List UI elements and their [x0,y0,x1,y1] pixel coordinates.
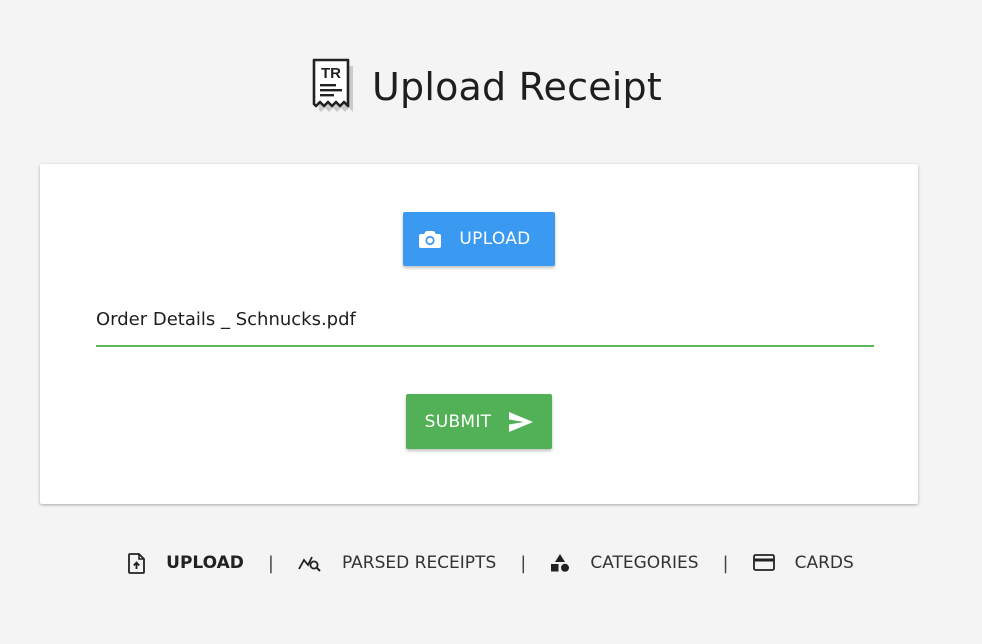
send-icon [509,411,534,432]
submit-button[interactable]: SUBMIT [406,394,552,449]
nav-separator: | [267,552,274,574]
nav-label-cards: CARDS [794,553,854,573]
chart-search-icon [298,553,322,573]
shapes-icon [550,553,570,573]
logo-text: TR [321,65,341,82]
file-name-field[interactable] [96,301,874,347]
receipt-icon: TR [312,58,354,112]
nav-item-categories[interactable]: CATEGORIES [550,553,699,573]
upload-card: UPLOAD SUBMIT [40,164,918,504]
upload-button[interactable]: UPLOAD [403,212,555,266]
nav-item-cards[interactable]: CARDS [752,553,854,573]
nav-separator: | [722,552,729,574]
file-name-input[interactable] [96,301,874,330]
page-title: Upload Receipt [372,65,662,109]
bottom-nav: UPLOAD | PARSED RECEIPTS | CATEGORIES | [0,545,982,581]
nav-item-parsed-receipts[interactable]: PARSED RECEIPTS [298,553,496,573]
camera-icon [419,230,442,248]
nav-label-upload: UPLOAD [166,553,244,573]
nav-label-parsed-receipts: PARSED RECEIPTS [342,553,497,573]
page-header: TR Upload Receipt [0,54,982,120]
nav-separator: | [520,552,527,574]
nav-item-upload[interactable]: UPLOAD [128,552,244,574]
submit-button-label: SUBMIT [424,411,492,432]
upload-button-label: UPLOAD [459,229,531,249]
nav-label-categories: CATEGORIES [590,553,699,573]
file-upload-icon [128,552,146,574]
credit-card-icon [752,554,775,572]
